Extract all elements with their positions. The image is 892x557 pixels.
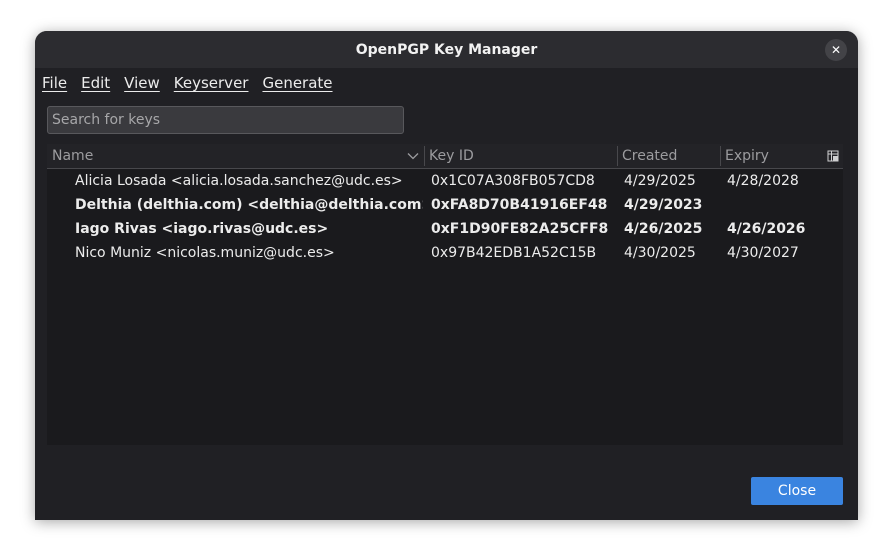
table-header: Name Key ID Created Expiry <box>47 144 843 169</box>
table-row[interactable]: Nico Muniz <nicolas.muniz@udc.es> 0x97B4… <box>47 241 843 265</box>
key-name-cell: Alicia Losada <alicia.losada.sanchez@udc… <box>75 173 403 189</box>
menu-edit[interactable]: Edit <box>81 74 110 92</box>
expiry-cell: 4/28/2028 <box>727 173 799 189</box>
column-header-key-id[interactable]: Key ID <box>424 144 617 168</box>
menu-file[interactable]: File <box>42 74 67 92</box>
key-id-cell: 0xF1D90FE82A25CFF8 <box>431 221 609 237</box>
key-name-cell: Delthia (delthia.com) <delthia@delthia.c… <box>75 197 423 213</box>
expiry-cell: 4/26/2026 <box>727 221 806 237</box>
column-picker-icon[interactable] <box>827 150 839 162</box>
key-id-cell: 0xFA8D70B41916EF48 <box>431 197 608 213</box>
column-header-created[interactable]: Created <box>617 144 720 168</box>
key-name-cell: Iago Rivas <iago.rivas@udc.es> <box>75 221 329 237</box>
key-id-cell: 0x1C07A308FB057CD8 <box>431 173 595 189</box>
menu-view[interactable]: View <box>124 74 160 92</box>
key-list: Name Key ID Created Expiry Alicia Losada… <box>47 144 843 445</box>
menubar: File Edit View Keyserver Generate <box>35 68 858 98</box>
table-row[interactable]: Iago Rivas <iago.rivas@udc.es> 0xF1D90FE… <box>47 217 843 241</box>
window-title: OpenPGP Key Manager <box>355 41 538 58</box>
chevron-down-icon[interactable] <box>407 150 419 162</box>
close-window-icon[interactable]: ✕ <box>825 39 847 61</box>
column-header-name[interactable]: Name <box>47 144 424 168</box>
table-row[interactable]: Delthia (delthia.com) <delthia@delthia.c… <box>47 193 843 217</box>
expiry-cell: 4/30/2027 <box>727 245 799 261</box>
created-cell: 4/29/2023 <box>624 197 703 213</box>
created-cell: 4/26/2025 <box>624 221 703 237</box>
column-header-expiry[interactable]: Expiry <box>720 144 820 168</box>
menu-keyserver[interactable]: Keyserver <box>174 74 249 92</box>
close-button[interactable]: Close <box>751 477 843 505</box>
created-cell: 4/29/2025 <box>624 173 696 189</box>
titlebar: OpenPGP Key Manager ✕ <box>35 31 858 68</box>
table-row[interactable]: Alicia Losada <alicia.losada.sanchez@udc… <box>47 169 843 193</box>
search-input[interactable] <box>47 106 404 134</box>
menu-generate[interactable]: Generate <box>262 74 332 92</box>
key-manager-window: OpenPGP Key Manager ✕ File Edit View Key… <box>35 31 858 520</box>
key-id-cell: 0x97B42EDB1A52C15B <box>431 245 597 261</box>
key-name-cell: Nico Muniz <nicolas.muniz@udc.es> <box>75 245 335 261</box>
created-cell: 4/30/2025 <box>624 245 696 261</box>
